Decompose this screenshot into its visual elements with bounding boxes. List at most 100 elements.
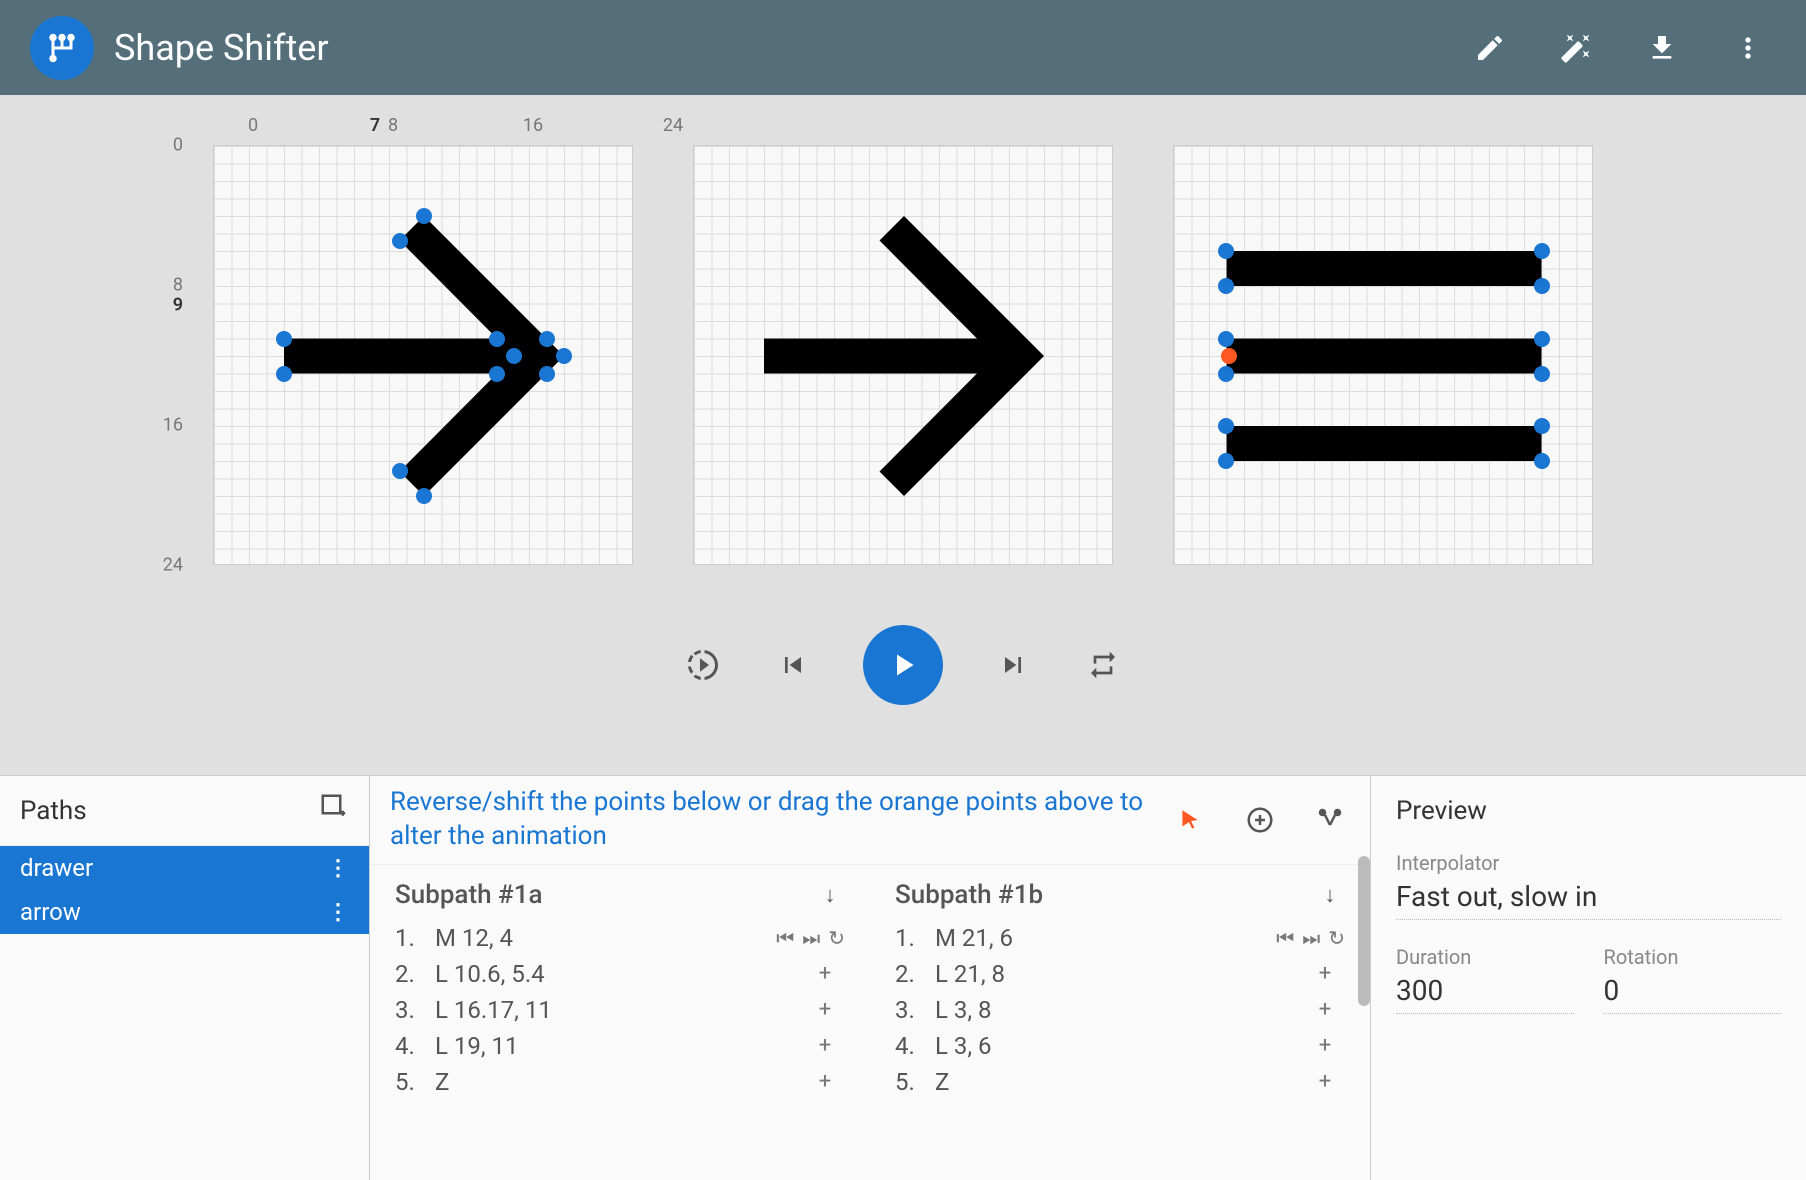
add-point-icon[interactable] <box>1240 800 1280 840</box>
control-point[interactable] <box>539 366 555 382</box>
control-point[interactable] <box>416 488 432 504</box>
add-icon[interactable]: + <box>1305 961 1345 986</box>
add-icon[interactable]: + <box>1305 997 1345 1022</box>
reverse-icon[interactable]: ↓ <box>1315 880 1345 910</box>
start-canvas[interactable] <box>213 145 633 565</box>
cmd-row[interactable]: 2.L 10.6, 5.4+ <box>395 956 845 992</box>
control-point[interactable] <box>392 233 408 249</box>
cmd-row[interactable]: 5.Z+ <box>895 1064 1345 1100</box>
cmd-row[interactable]: 3.L 3, 8+ <box>895 992 1345 1028</box>
add-icon[interactable]: + <box>805 961 845 986</box>
play-button[interactable] <box>863 625 943 705</box>
app-logo <box>30 16 94 80</box>
control-point[interactable] <box>276 366 292 382</box>
preview-canvas-wrap <box>693 145 1113 565</box>
path-item-arrow[interactable]: arrow ⋮ <box>0 890 369 934</box>
control-point[interactable] <box>276 331 292 347</box>
cmd-row[interactable]: 1.M 12, 4⏮⏭↻ <box>395 920 845 956</box>
cmd-row[interactable]: 3.L 16.17, 11+ <box>395 992 845 1028</box>
control-point[interactable] <box>1218 331 1234 347</box>
rotation-input[interactable]: 0 <box>1604 974 1782 1014</box>
app-title: Shape Shifter <box>114 27 329 69</box>
preview-title: Preview <box>1396 796 1781 826</box>
shift-forward-icon[interactable]: ⏭ <box>1302 926 1320 950</box>
cmd-row[interactable]: 4.L 19, 11+ <box>395 1028 845 1064</box>
split-icon[interactable] <box>1310 800 1350 840</box>
canvas-area: 0 7 8 16 24 0 8 9 16 24 <box>0 95 1806 775</box>
path-item-drawer[interactable]: drawer ⋮ <box>0 846 369 890</box>
playback-controls <box>683 625 1123 705</box>
path-more-icon[interactable]: ⋮ <box>327 856 349 881</box>
control-point[interactable] <box>489 331 505 347</box>
control-point[interactable] <box>416 208 432 224</box>
cmd-row[interactable]: 5.Z+ <box>395 1064 845 1100</box>
preview-panel: Preview Interpolator Fast out, slow in D… <box>1371 776 1806 1180</box>
bottom-panel: Paths drawer ⋮ arrow ⋮ Reverse/shift the… <box>0 775 1806 1180</box>
control-point[interactable] <box>539 331 555 347</box>
paths-panel: Paths drawer ⋮ arrow ⋮ <box>0 776 370 1180</box>
control-point-orange[interactable] <box>1221 348 1237 364</box>
slow-motion-icon[interactable] <box>683 645 723 685</box>
preview-canvas[interactable] <box>693 145 1113 565</box>
auto-fix-icon[interactable] <box>1548 20 1604 76</box>
subpath-col-b: Subpath #1b ↓ 1.M 21, 6⏮⏭↻ 2.L 21, 8+ 3.… <box>870 865 1370 1180</box>
control-point[interactable] <box>392 463 408 479</box>
control-point[interactable] <box>1218 278 1234 294</box>
control-point[interactable] <box>1218 366 1234 382</box>
edit-icon[interactable] <box>1462 20 1518 76</box>
control-point[interactable] <box>556 348 572 364</box>
duration-input[interactable]: 300 <box>1396 974 1574 1014</box>
cmd-row[interactable]: 4.L 3, 6+ <box>895 1028 1345 1064</box>
add-icon[interactable]: + <box>1305 1033 1345 1058</box>
paths-header: Paths <box>0 776 369 846</box>
interpolator-select[interactable]: Fast out, slow in <box>1396 880 1781 920</box>
skip-previous-icon[interactable] <box>773 645 813 685</box>
end-canvas-wrap <box>1173 145 1593 565</box>
add-icon[interactable]: + <box>1305 1069 1345 1094</box>
control-point[interactable] <box>1534 366 1550 382</box>
shift-forward-icon[interactable]: ⏭ <box>802 926 820 950</box>
subpath-title: Subpath #1b <box>895 880 1043 910</box>
more-vert-icon[interactable] <box>1720 20 1776 76</box>
add-icon[interactable]: + <box>805 1069 845 1094</box>
hint-text: Reverse/shift the points below or drag t… <box>390 786 1150 854</box>
control-point[interactable] <box>1534 453 1550 469</box>
control-point[interactable] <box>1534 243 1550 259</box>
control-point[interactable] <box>1218 243 1234 259</box>
reverse-icon[interactable]: ↓ <box>815 880 845 910</box>
cmd-row[interactable]: 1.M 21, 6⏮⏭↻ <box>895 920 1345 956</box>
path-more-icon[interactable]: ⋮ <box>327 900 349 925</box>
cycle-icon[interactable]: ↻ <box>828 926 845 950</box>
subpaths-columns: Subpath #1a ↓ 1.M 12, 4⏮⏭↻ 2.L 10.6, 5.4… <box>370 865 1370 1180</box>
paths-title: Paths <box>20 796 87 826</box>
cursor-icon[interactable] <box>1170 800 1210 840</box>
control-point[interactable] <box>1534 331 1550 347</box>
shift-back-icon[interactable]: ⏮ <box>1276 926 1294 950</box>
skip-next-icon[interactable] <box>993 645 1033 685</box>
control-point[interactable] <box>506 348 522 364</box>
control-point[interactable] <box>1218 418 1234 434</box>
path-label: drawer <box>20 854 93 882</box>
cmd-row[interactable]: 2.L 21, 8+ <box>895 956 1345 992</box>
scrollbar[interactable] <box>1358 856 1370 1006</box>
control-point[interactable] <box>1534 418 1550 434</box>
end-canvas[interactable] <box>1173 145 1593 565</box>
subpath-col-a: Subpath #1a ↓ 1.M 12, 4⏮⏭↻ 2.L 10.6, 5.4… <box>370 865 870 1180</box>
add-icon[interactable]: + <box>805 1033 845 1058</box>
path-label: arrow <box>20 898 81 926</box>
control-point[interactable] <box>1534 278 1550 294</box>
repeat-icon[interactable] <box>1083 645 1123 685</box>
add-path-icon[interactable] <box>319 792 349 829</box>
app-header: Shape Shifter <box>0 0 1806 95</box>
duration-label: Duration <box>1396 945 1574 969</box>
cycle-icon[interactable]: ↻ <box>1328 926 1345 950</box>
control-point[interactable] <box>1218 453 1234 469</box>
start-canvas-wrap: 0 7 8 16 24 0 8 9 16 24 <box>213 145 633 565</box>
add-icon[interactable]: + <box>805 997 845 1022</box>
control-point[interactable] <box>489 366 505 382</box>
rotation-label: Rotation <box>1604 945 1782 969</box>
shift-back-icon[interactable]: ⏮ <box>776 926 794 950</box>
subpaths-panel: Reverse/shift the points below or drag t… <box>370 776 1371 1180</box>
subpath-title: Subpath #1a <box>395 880 542 910</box>
download-icon[interactable] <box>1634 20 1690 76</box>
